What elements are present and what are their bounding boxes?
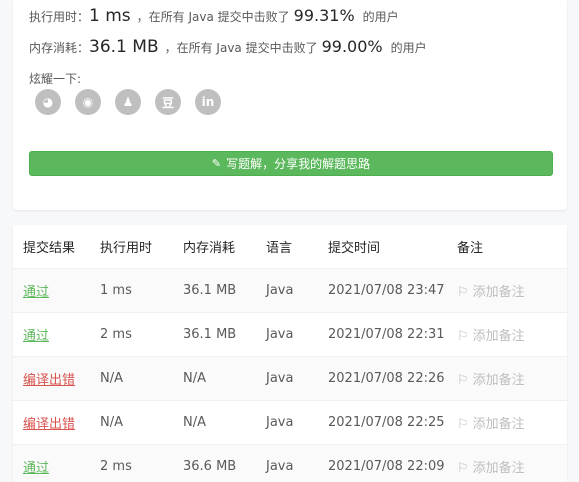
header-runtime: 执行用时 (100, 241, 153, 256)
runtime-value: 1 ms (89, 6, 131, 26)
runtime-stat: 执行用时： 1 ms ，在所有 Java 提交中击败了 99.31% 的用户 (29, 6, 399, 26)
runtime-label: 执行用时： (29, 10, 90, 24)
flag-icon: ⚐ (457, 461, 469, 476)
weibo-icon[interactable]: ◉ (75, 89, 101, 115)
header-memory: 内存消耗 (183, 241, 236, 256)
memory-cell: 36.6 MB (183, 459, 237, 474)
share-icons: ◕ ◉ ♟ 豆 in (35, 89, 221, 115)
submissions-table: 提交结果 执行用时 内存消耗 语言 提交时间 备注 通过 1 ms 36.1 M… (13, 225, 567, 482)
runtime-suffix: 的用户 (362, 10, 399, 24)
add-note-label: 添加备注 (472, 417, 525, 432)
submissions-card: 提交结果 执行用时 内存消耗 语言 提交时间 备注 通过 1 ms 36.1 M… (13, 225, 567, 482)
flag-icon: ⚐ (457, 285, 469, 300)
table-row: 通过 1 ms 36.1 MB Java 2021/07/08 23:47 ⚐ 添… (13, 268, 567, 313)
pencil-icon: ✎ (211, 157, 222, 170)
runtime-percent: 99.31% (293, 6, 355, 25)
runtime-cell: 2 ms (100, 459, 132, 474)
write-solution-button[interactable]: ✎ 写题解，分享我的解题思路 (29, 151, 553, 176)
add-note-label: 添加备注 (472, 329, 525, 344)
language-cell: Java (266, 415, 294, 430)
memory-label: 内存消耗： (29, 41, 90, 55)
submitted-cell: 2021/07/08 22:09 (328, 459, 445, 474)
status-link[interactable]: 通过 (23, 285, 49, 300)
language-cell: Java (266, 371, 294, 386)
header-status: 提交结果 (23, 241, 76, 256)
write-solution-label: 写题解，分享我的解题思路 (226, 157, 371, 171)
add-note-label: 添加备注 (472, 461, 525, 476)
result-card: 执行用时： 1 ms ，在所有 Java 提交中击败了 99.31% 的用户 内… (13, 0, 567, 210)
header-submitted: 提交时间 (328, 241, 381, 256)
memory-value: 36.1 MB (89, 37, 159, 57)
memory-cell: 36.1 MB (183, 327, 237, 342)
runtime-cell: N/A (100, 371, 123, 386)
memory-suffix: 的用户 (390, 41, 427, 55)
memory-mid-text: ，在所有 Java 提交中击败了 (164, 41, 318, 55)
memory-cell: N/A (183, 415, 206, 430)
memory-stat: 内存消耗： 36.1 MB ，在所有 Java 提交中击败了 99.00% 的用… (29, 37, 427, 57)
status-link[interactable]: 通过 (23, 329, 49, 344)
memory-cell: 36.1 MB (183, 283, 237, 298)
submitted-cell: 2021/07/08 22:26 (328, 371, 445, 386)
submitted-cell: 2021/07/08 22:25 (328, 415, 445, 430)
flag-icon: ⚐ (457, 373, 469, 388)
wechat-icon[interactable]: ◕ (35, 89, 61, 115)
qq-icon[interactable]: ♟ (115, 89, 141, 115)
status-link[interactable]: 编译出错 (23, 373, 75, 388)
memory-cell: N/A (183, 371, 206, 386)
runtime-cell: 1 ms (100, 283, 132, 298)
status-link[interactable]: 编译出错 (23, 417, 75, 432)
runtime-cell: 2 ms (100, 327, 132, 342)
runtime-mid-text: ，在所有 Java 提交中击败了 (136, 10, 290, 24)
table-header-row: 提交结果 执行用时 内存消耗 语言 提交时间 备注 (13, 225, 567, 269)
submitted-cell: 2021/07/08 22:31 (328, 327, 445, 342)
table-row: 编译出错 N/A N/A Java 2021/07/08 22:25 ⚐ 添加备注 (13, 400, 567, 445)
add-note-button[interactable]: ⚐ 添加备注 (457, 373, 525, 388)
status-link[interactable]: 通过 (23, 461, 49, 476)
flag-icon: ⚐ (457, 329, 469, 344)
language-cell: Java (266, 327, 294, 342)
table-row: 编译出错 N/A N/A Java 2021/07/08 22:26 ⚐ 添加备注 (13, 356, 567, 401)
header-language: 语言 (266, 241, 293, 256)
add-note-button[interactable]: ⚐ 添加备注 (457, 461, 525, 476)
table-row: 通过 2 ms 36.1 MB Java 2021/07/08 22:31 ⚐ 添… (13, 312, 567, 357)
add-note-button[interactable]: ⚐ 添加备注 (457, 417, 525, 432)
runtime-cell: N/A (100, 415, 123, 430)
language-cell: Java (266, 283, 294, 298)
header-notes: 备注 (457, 241, 484, 256)
share-label: 炫耀一下: (29, 72, 82, 86)
douban-icon[interactable]: 豆 (155, 89, 181, 115)
table-row: 通过 2 ms 36.6 MB Java 2021/07/08 22:09 ⚐ 添… (13, 444, 567, 482)
add-note-button[interactable]: ⚐ 添加备注 (457, 285, 525, 300)
add-note-label: 添加备注 (472, 285, 525, 300)
flag-icon: ⚐ (457, 417, 469, 432)
add-note-label: 添加备注 (472, 373, 525, 388)
linkedin-icon[interactable]: in (195, 89, 221, 115)
language-cell: Java (266, 459, 294, 474)
add-note-button[interactable]: ⚐ 添加备注 (457, 329, 525, 344)
submitted-cell: 2021/07/08 23:47 (328, 283, 445, 298)
memory-percent: 99.00% (321, 37, 383, 56)
